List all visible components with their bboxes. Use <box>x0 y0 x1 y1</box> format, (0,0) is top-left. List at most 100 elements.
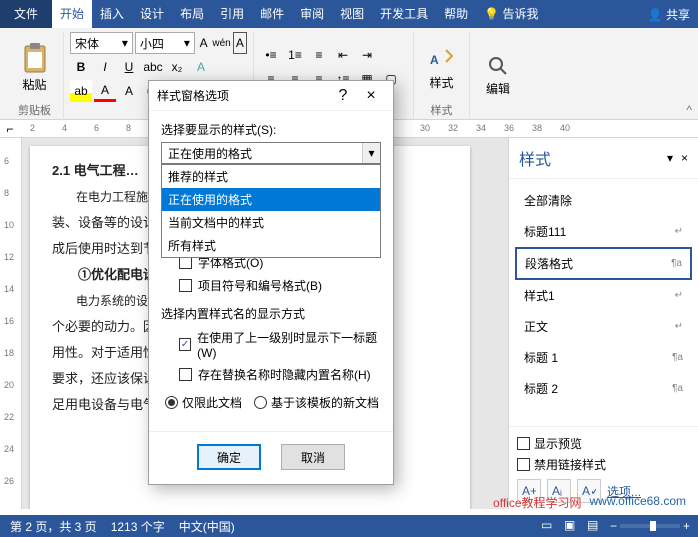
vruler-mark: 14 <box>4 284 14 294</box>
grow-font-icon[interactable]: A <box>197 32 211 54</box>
style-item[interactable]: 正文 ↵ <box>515 311 692 342</box>
menu-home[interactable]: 开始 <box>52 0 92 28</box>
subscript-icon[interactable]: x₂ <box>166 56 188 78</box>
style-item[interactable]: 标题 2¶a <box>515 373 692 404</box>
word-count[interactable]: 1213 个字 <box>111 518 165 535</box>
style-item-mark: ↵ <box>675 290 683 301</box>
styles-select-combo[interactable]: 正在使用的格式 ▾ 推荐的样式正在使用的格式当前文档中的样式所有样式 <box>161 142 381 164</box>
combo-dropdown: 推荐的样式正在使用的格式当前文档中的样式所有样式 <box>161 164 381 258</box>
bullets-icon[interactable]: •≡ <box>260 44 282 66</box>
disable-linked-label: 禁用链接样式 <box>534 456 606 473</box>
menu-view[interactable]: 视图 <box>332 0 372 28</box>
hide-alt-checkbox[interactable]: 存在替换名称时隐藏内置名称(H) <box>161 363 381 386</box>
page-status[interactable]: 第 2 页，共 3 页 <box>10 518 97 535</box>
watermark-text: office教程学习网 <box>493 494 581 511</box>
style-item-label: 标题 2 <box>524 380 558 397</box>
style-item[interactable]: 标题111↵ <box>515 216 692 247</box>
menu-dev[interactable]: 开发工具 <box>372 0 436 28</box>
template-radio[interactable]: 基于该模板的新文档 <box>254 394 379 411</box>
cancel-button[interactable]: 取消 <box>281 444 345 470</box>
chk-label: 在使用了上一级别时显示下一标题(W) <box>197 329 381 360</box>
style-item[interactable]: 样式1 ↵ <box>515 280 692 311</box>
menu-insert[interactable]: 插入 <box>92 0 132 28</box>
styles-pane-title: 样式 <box>519 146 551 170</box>
menu-review[interactable]: 审阅 <box>292 0 332 28</box>
font-color-icon[interactable]: A <box>94 80 116 102</box>
this-doc-radio[interactable]: 仅限此文档 <box>165 394 242 411</box>
vertical-ruler[interactable]: 68101214161820222426 <box>0 138 22 509</box>
chevron-down-icon: ▾ <box>122 36 128 50</box>
dropdown-option[interactable]: 正在使用的格式 <box>162 188 380 211</box>
vruler-mark: 12 <box>4 252 14 262</box>
indent-inc-icon[interactable]: ⇥ <box>356 44 378 66</box>
select-styles-label: 选择要显示的样式(S): <box>161 121 381 138</box>
next-title-checkbox[interactable]: 在使用了上一级别时显示下一标题(W) <box>161 326 381 363</box>
menu-design[interactable]: 设计 <box>132 0 172 28</box>
multilevel-icon[interactable]: ≡ <box>308 44 330 66</box>
menu-layout[interactable]: 布局 <box>172 0 212 28</box>
style-item-label: 标题 1 <box>524 349 558 366</box>
strike-icon[interactable]: abc <box>142 56 164 78</box>
chk-label: 存在替换名称时隐藏内置名称(H) <box>198 366 371 383</box>
indent-dec-icon[interactable]: ⇤ <box>332 44 354 66</box>
style-item-label: 样式1 <box>524 287 555 304</box>
ruler-mark: 6 <box>94 123 99 133</box>
numbering-icon[interactable]: 1≡ <box>284 44 306 66</box>
highlight-icon[interactable]: ab <box>70 80 92 102</box>
zoom-out-icon[interactable]: − <box>610 519 617 533</box>
clipboard-icon <box>22 42 48 74</box>
ok-button[interactable]: 确定 <box>197 444 261 470</box>
menu-file[interactable]: 文件 <box>0 0 52 28</box>
language-status[interactable]: 中文(中国) <box>179 518 235 535</box>
editing-button[interactable]: 编辑 <box>476 32 520 118</box>
italic-icon[interactable]: I <box>94 56 116 78</box>
print-layout-icon[interactable]: ▣ <box>564 518 584 534</box>
menu-help[interactable]: 帮助 <box>436 0 476 28</box>
char-shading-icon[interactable]: A <box>118 80 140 102</box>
dropdown-option[interactable]: 当前文档中的样式 <box>162 211 380 234</box>
tab-selector-icon[interactable]: ⌐ <box>0 122 20 136</box>
char-border-icon[interactable]: A <box>233 32 247 54</box>
font-name-value: 宋体 <box>75 35 99 52</box>
bold-icon[interactable]: B <box>70 56 92 78</box>
web-layout-icon[interactable]: ▤ <box>587 518 607 534</box>
close-icon[interactable]: × <box>357 82 385 110</box>
share-button[interactable]: 👤 共享 <box>648 6 690 23</box>
style-item[interactable]: 标题 1¶a <box>515 342 692 373</box>
ribbon-styles: A 样式 样式 <box>414 32 470 120</box>
menu-references[interactable]: 引用 <box>212 0 252 28</box>
close-icon[interactable]: × <box>681 151 688 165</box>
style-item[interactable]: 全部清除 <box>515 185 692 216</box>
style-item-label: 全部清除 <box>524 192 572 209</box>
phonetic-icon[interactable]: wén <box>212 32 230 54</box>
read-mode-icon[interactable]: ▭ <box>541 518 561 534</box>
styles-button[interactable]: A 样式 <box>420 32 463 102</box>
vruler-mark: 22 <box>4 412 14 422</box>
bullet-format-checkbox[interactable]: 项目符号和编号格式(B) <box>161 274 381 297</box>
dropdown-option[interactable]: 所有样式 <box>162 234 380 257</box>
menu-mail[interactable]: 邮件 <box>252 0 292 28</box>
zoom-slider[interactable] <box>620 524 680 528</box>
text-effect-icon[interactable]: A <box>190 56 212 78</box>
dropdown-option[interactable]: 推荐的样式 <box>162 165 380 188</box>
font-name-combo[interactable]: 宋体 ▾ <box>70 32 133 54</box>
styles-btn-label: 样式 <box>429 74 453 91</box>
watermark-url: www.office68.com <box>590 494 687 511</box>
chevron-down-icon[interactable]: ▾ <box>362 143 380 163</box>
help-icon[interactable]: ? <box>329 82 357 110</box>
paste-button[interactable]: 粘贴 <box>12 42 57 93</box>
disable-linked-checkbox[interactable]: 禁用链接样式 <box>517 454 690 475</box>
show-preview-checkbox[interactable]: 显示预览 <box>517 433 690 454</box>
ribbon-collapse-icon[interactable]: ^ <box>686 103 692 117</box>
font-size-combo[interactable]: 小四▾ <box>135 32 195 54</box>
pane-dropdown-icon[interactable]: ▾ <box>667 151 673 165</box>
underline-icon[interactable]: U <box>118 56 140 78</box>
style-item-mark: ↵ <box>675 321 683 332</box>
style-item[interactable]: 段落格式¶a <box>515 247 692 280</box>
radio-label: 仅限此文档 <box>182 394 242 411</box>
zoom-in-icon[interactable]: + <box>683 519 690 533</box>
style-options-dialog: 样式窗格选项 ? × 选择要显示的样式(S): 正在使用的格式 ▾ 推荐的样式正… <box>148 80 394 485</box>
ruler-mark: 40 <box>560 123 570 133</box>
style-item-label: 正文 <box>524 318 548 335</box>
menu-tellme[interactable]: 💡 告诉我 <box>476 0 546 28</box>
